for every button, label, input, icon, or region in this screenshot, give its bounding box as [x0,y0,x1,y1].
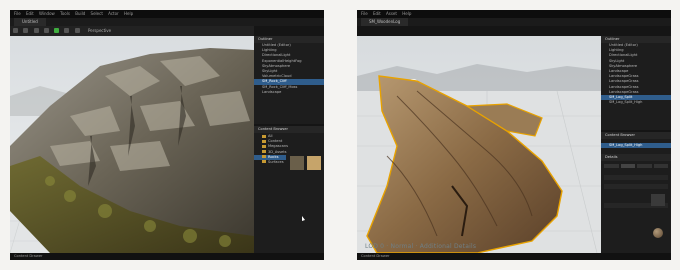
blueprint-icon[interactable] [43,28,49,33]
menu-item[interactable]: File [14,11,21,16]
viewport-scene [10,36,254,253]
menu-bar: File Edit Window Tools Build Select Acto… [10,10,324,18]
menu-item[interactable]: Edit [373,11,381,16]
tab-asset[interactable]: SM_WoodenLog [361,18,409,26]
tab-project[interactable]: Untitled [14,18,46,26]
folder-row[interactable]: Surfaces [254,160,286,165]
mode-icon[interactable] [23,28,29,33]
property-row[interactable] [604,184,668,190]
outliner-title: Outliner [254,36,324,43]
tab-bar: Untitled [10,18,324,26]
status-bar: Content Drawer [10,253,324,260]
outliner-panel: Outliner Untitled (Editor) Lighting Dire… [601,36,671,130]
folder-icon [262,134,266,138]
status-bar: Content Drawer [357,253,671,260]
outliner-row[interactable]: SM_Log_Split_High [601,100,671,105]
editor-screenshot-left: File Edit Window Tools Build Select Acto… [10,10,324,260]
play-icon[interactable] [54,28,60,33]
content-icon[interactable] [33,28,39,33]
material-sphere-icon [653,228,663,238]
content-drawer-button[interactable]: Content Drawer [14,254,43,258]
menu-item[interactable]: File [361,11,368,16]
content-browser-panel: Content Browser All Content Megascans 3D… [254,126,324,253]
content-browser-title: Content Browser [254,126,324,133]
details-title: Details [601,154,671,162]
property-tab[interactable] [620,164,635,169]
menu-item[interactable]: Help [124,11,133,16]
property-tabs [601,161,671,171]
asset-thumbnail[interactable] [290,156,304,170]
folder-icon [262,144,266,148]
menu-item[interactable]: Window [39,11,55,16]
tab-bar: SM_WoodenLog [357,18,671,26]
menu-item[interactable]: Asset [386,11,397,16]
level-viewport[interactable] [10,36,254,253]
save-icon[interactable] [13,28,18,33]
editor-screenshot-right: File Edit Asset Help SM_WoodenLog LOD 0 … [357,10,671,260]
menu-item[interactable]: Actor [108,11,119,16]
outliner-panel: Outliner Untitled (Editor) Lighting Dire… [254,36,324,124]
stop-icon[interactable] [74,28,80,33]
outliner-row[interactable]: Landscape [254,90,324,95]
property-tab[interactable] [604,164,619,169]
folder-icon [262,139,266,143]
asset-thumbnail[interactable] [307,156,321,170]
selected-asset-row[interactable]: SM_Log_Split_High [601,143,671,149]
menu-item[interactable]: Select [91,11,103,16]
viewport-mode-label[interactable]: Perspective [88,28,111,33]
mesh-thumbnail[interactable] [651,194,665,206]
menu-item[interactable]: Help [402,11,411,16]
property-tab[interactable] [637,164,652,169]
details-panel: Content Browser SM_Log_Split_High Detail… [601,132,671,253]
folder-tree: All Content Megascans 3D_Assets Rocks Su… [254,134,288,253]
folder-icon [262,155,266,159]
content-browser-title: Content Browser [601,132,671,139]
menu-item[interactable]: Tools [60,11,70,16]
main-toolbar: Perspective [10,26,254,36]
menu-item[interactable]: Edit [26,11,34,16]
folder-icon [262,150,266,154]
menu-item[interactable]: Build [75,11,85,16]
outliner-title: Outliner [601,36,671,43]
mouse-cursor-icon [302,216,305,221]
viewport-caption: LOD 0 · Normal · Additional Details [365,243,477,250]
property-row[interactable] [604,175,668,181]
viewport-scene [357,36,601,253]
property-tab[interactable] [653,164,668,169]
asset-viewport[interactable]: LOD 0 · Normal · Additional Details [357,36,601,253]
menu-bar: File Edit Asset Help [357,10,671,18]
skip-icon[interactable] [64,28,70,33]
content-drawer-button[interactable]: Content Drawer [361,254,390,258]
folder-icon [262,160,266,164]
